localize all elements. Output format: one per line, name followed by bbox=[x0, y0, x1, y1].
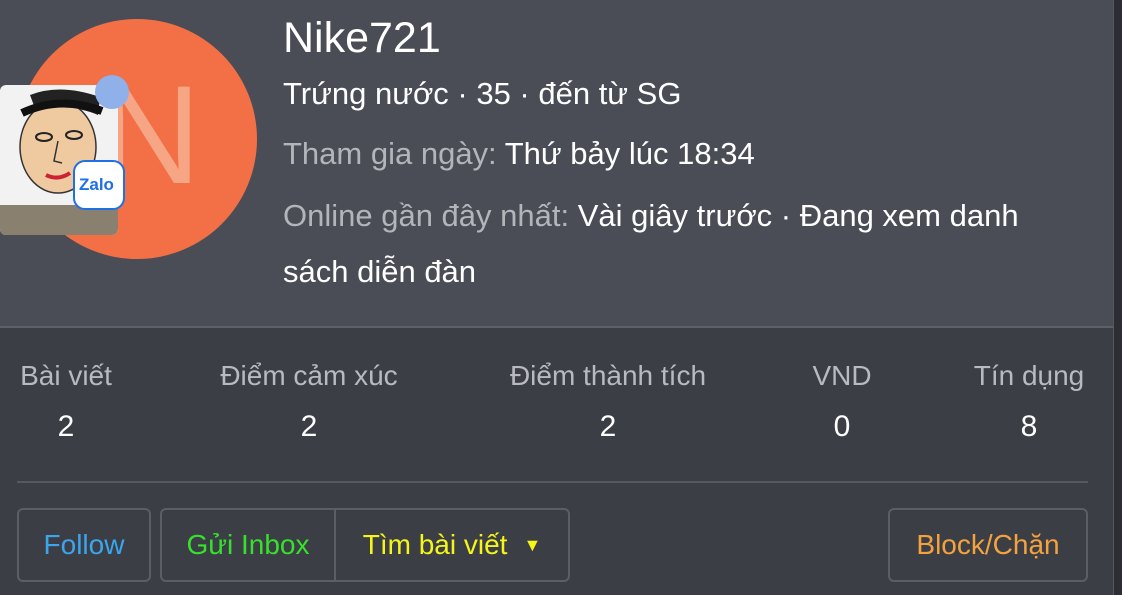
username[interactable]: Nike721 bbox=[283, 14, 441, 63]
stat-label: VND bbox=[812, 360, 872, 391]
stat-label: Điểm thành tích bbox=[509, 360, 707, 391]
stat-credit[interactable]: Tín dụng 8 bbox=[970, 360, 1088, 444]
stat-value: 2 bbox=[300, 410, 318, 443]
block-button[interactable]: Block/Chặn bbox=[888, 508, 1088, 582]
profile-header: N Zalo Nike721 Trứng nước · 35 · đến từ … bbox=[0, 0, 1113, 328]
stat-achievements[interactable]: Điểm thành tích 2 bbox=[503, 360, 713, 444]
divider bbox=[17, 481, 1088, 483]
stat-label: Tín dụng bbox=[973, 360, 1085, 391]
last-online-value-continued: sách diễn đàn bbox=[283, 254, 477, 289]
zalo-icon[interactable]: Zalo bbox=[73, 160, 125, 210]
send-inbox-button[interactable]: Gửi Inbox bbox=[162, 510, 336, 580]
stat-label: Điểm cảm xúc bbox=[220, 360, 398, 391]
stat-value: 2 bbox=[57, 410, 75, 443]
last-online-value: Vài giây trước · Đang xem danh bbox=[577, 198, 1019, 233]
last-online-line: Online gần đây nhất: Vài giây trước · Đa… bbox=[283, 198, 1019, 234]
stat-value: 8 bbox=[1020, 410, 1038, 443]
stat-value: 2 bbox=[599, 410, 617, 443]
scrollbar[interactable] bbox=[1113, 0, 1122, 595]
stat-reactions[interactable]: Điểm cảm xúc 2 bbox=[213, 360, 405, 444]
joined-value: Thứ bảy lúc 18:34 bbox=[504, 136, 755, 171]
stat-posts[interactable]: Bài viết 2 bbox=[17, 360, 115, 444]
joined-label: Tham gia ngày: bbox=[283, 136, 497, 171]
stat-value: 0 bbox=[833, 410, 851, 443]
follow-button[interactable]: Follow bbox=[17, 508, 151, 582]
last-online-label: Online gần đây nhất: bbox=[283, 198, 570, 233]
caret-down-icon: ▼ bbox=[523, 534, 542, 555]
member-profile-card: N Zalo Nike721 Trứng nước · 35 · đến từ … bbox=[0, 0, 1113, 595]
find-posts-dropdown[interactable]: Tìm bài viết ▼ bbox=[334, 510, 570, 580]
find-posts-label: Tìm bài viết bbox=[362, 529, 508, 560]
message-search-button-group: Gửi Inbox Tìm bài viết ▼ bbox=[160, 508, 570, 582]
stat-label: Bài viết bbox=[20, 360, 112, 391]
stat-vnd[interactable]: VND 0 bbox=[811, 360, 873, 444]
online-status-dot bbox=[95, 75, 129, 109]
joined-line: Tham gia ngày: Thứ bảy lúc 18:34 bbox=[283, 136, 755, 172]
user-rank-line: Trứng nước · 35 · đến từ SG bbox=[283, 76, 682, 111]
zalo-label: Zalo bbox=[79, 175, 114, 194]
